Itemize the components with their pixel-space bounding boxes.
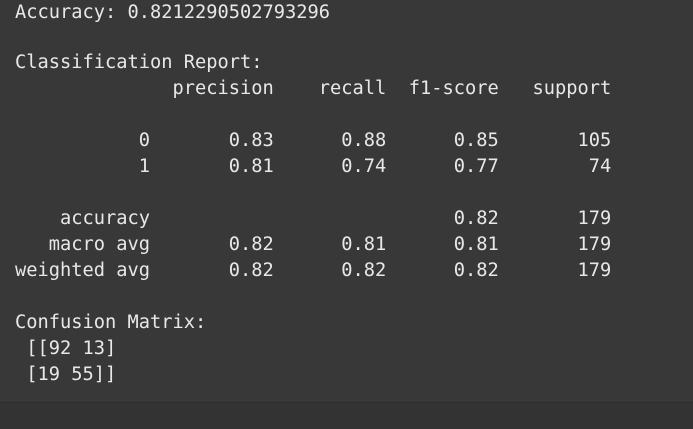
report-row-macro-avg: macro avg 0.82 0.81 0.81 179 <box>15 234 612 255</box>
matrix-row-2: [19 55]] <box>15 364 117 385</box>
report-row-accuracy: accuracy 0.82 179 <box>15 208 612 229</box>
cell-output: Accuracy: 0.8212290502793296 Classificat… <box>0 0 693 402</box>
accuracy-line: Accuracy: 0.8212290502793296 <box>15 2 331 23</box>
report-row-class-0: 0 0.83 0.88 0.85 105 <box>15 130 612 151</box>
report-title: Classification Report: <box>15 52 263 73</box>
report-row-weighted-avg: weighted avg 0.82 0.82 0.82 179 <box>15 260 612 281</box>
output-footer <box>0 402 693 429</box>
report-header: precision recall f1-score support <box>15 78 612 99</box>
matrix-row-1: [[92 13] <box>15 338 117 359</box>
report-row-class-1: 1 0.81 0.74 0.77 74 <box>15 156 612 177</box>
matrix-title: Confusion Matrix: <box>15 312 207 333</box>
